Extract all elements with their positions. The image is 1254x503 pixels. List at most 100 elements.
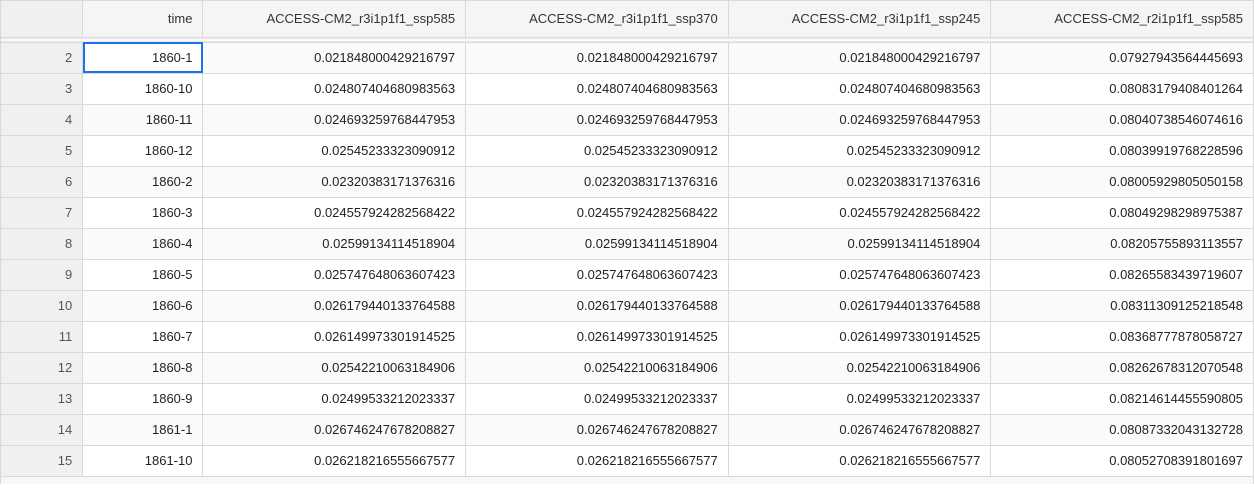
cell-c4[interactable]: 0.08040738546074616 <box>991 104 1254 135</box>
cell-time[interactable]: 1860-8 <box>83 352 203 383</box>
cell-c1[interactable]: 0.02499533212023337 <box>203 383 466 414</box>
cell-time[interactable]: 1860-9 <box>83 383 203 414</box>
cell-time[interactable]: 1860-3 <box>83 197 203 228</box>
cell-c3[interactable]: 0.026149973301914525 <box>728 321 991 352</box>
cell-c3[interactable]: 0.02320383171376316 <box>728 166 991 197</box>
column-header-c1[interactable]: ACCESS-CM2_r3i1p1f1_ssp585 <box>203 1 466 38</box>
table-row: 61860-20.023203831713763160.023203831713… <box>1 166 1254 197</box>
cell-c4[interactable]: 0.07927943564445693 <box>991 42 1254 73</box>
column-header-c2[interactable]: ACCESS-CM2_r3i1p1f1_ssp370 <box>466 1 729 38</box>
row-number-cell[interactable]: 10 <box>1 290 83 321</box>
row-number-cell[interactable]: 5 <box>1 135 83 166</box>
cell-c2[interactable]: 0.021848000429216797 <box>466 42 729 73</box>
row-number-cell[interactable]: 8 <box>1 228 83 259</box>
cell-c4[interactable]: 0.08087332043132728 <box>991 414 1254 445</box>
cell-c3[interactable]: 0.026746247678208827 <box>728 414 991 445</box>
row-number-cell[interactable]: 4 <box>1 104 83 135</box>
cell-c2[interactable]: 0.024557924282568422 <box>466 197 729 228</box>
cell-time[interactable]: 1860-7 <box>83 321 203 352</box>
cell-c3[interactable]: 0.024557924282568422 <box>728 197 991 228</box>
table-row: 111860-70.0261499733019145250.0261499733… <box>1 321 1254 352</box>
data-grid[interactable]: time ACCESS-CM2_r3i1p1f1_ssp585 ACCESS-C… <box>0 0 1254 484</box>
row-number-cell[interactable]: 13 <box>1 383 83 414</box>
column-header-rownum[interactable] <box>1 1 83 38</box>
cell-c2[interactable]: 0.025747648063607423 <box>466 259 729 290</box>
table-row: 151861-100.0262182165556675770.026218216… <box>1 445 1254 476</box>
cell-time[interactable]: 1860-12 <box>83 135 203 166</box>
cell-c1[interactable]: 0.026149973301914525 <box>203 321 466 352</box>
cell-c2[interactable]: 0.02545233323090912 <box>466 135 729 166</box>
row-number-cell[interactable]: 15 <box>1 445 83 476</box>
cell-time[interactable]: 1860-10 <box>83 73 203 104</box>
cell-c1[interactable]: 0.02320383171376316 <box>203 166 466 197</box>
cell-c1[interactable]: 0.02545233323090912 <box>203 135 466 166</box>
row-number-cell[interactable]: 6 <box>1 166 83 197</box>
table-header: time ACCESS-CM2_r3i1p1f1_ssp585 ACCESS-C… <box>1 1 1254 39</box>
column-header-c3[interactable]: ACCESS-CM2_r3i1p1f1_ssp245 <box>728 1 991 38</box>
table-row: 121860-80.025422100631849060.02542210063… <box>1 352 1254 383</box>
cell-time[interactable]: 1860-11 <box>83 104 203 135</box>
cell-c3[interactable]: 0.02599134114518904 <box>728 228 991 259</box>
cell-c1[interactable]: 0.021848000429216797 <box>203 42 466 73</box>
cell-c1[interactable]: 0.024693259768447953 <box>203 104 466 135</box>
cell-c4[interactable]: 0.08005929805050158 <box>991 166 1254 197</box>
cell-c3[interactable]: 0.02545233323090912 <box>728 135 991 166</box>
cell-c1[interactable]: 0.024807404680983563 <box>203 73 466 104</box>
cell-c2[interactable]: 0.026149973301914525 <box>466 321 729 352</box>
cell-time[interactable]: 1860-6 <box>83 290 203 321</box>
cell-time[interactable]: 1860-5 <box>83 259 203 290</box>
cell-time[interactable]: 1861-1 <box>83 414 203 445</box>
cell-c4[interactable]: 0.08039919768228596 <box>991 135 1254 166</box>
cell-time[interactable]: 1861-10 <box>83 445 203 476</box>
cell-c3[interactable]: 0.025747648063607423 <box>728 259 991 290</box>
row-number-cell[interactable]: 11 <box>1 321 83 352</box>
table-row: 41860-110.0246932597684479530.0246932597… <box>1 104 1254 135</box>
cell-c1[interactable]: 0.02542210063184906 <box>203 352 466 383</box>
cell-c2[interactable]: 0.026218216555667577 <box>466 445 729 476</box>
table-row: 21860-10.0218480004292167970.02184800042… <box>1 42 1254 73</box>
cell-c1[interactable]: 0.025747648063607423 <box>203 259 466 290</box>
cell-c2[interactable]: 0.026746247678208827 <box>466 414 729 445</box>
cell-c4[interactable]: 0.08083179408401264 <box>991 73 1254 104</box>
cell-c1[interactable]: 0.024557924282568422 <box>203 197 466 228</box>
cell-c4[interactable]: 0.08262678312070548 <box>991 352 1254 383</box>
cell-time[interactable]: 1860-1 <box>83 42 203 73</box>
cell-c2[interactable]: 0.02499533212023337 <box>466 383 729 414</box>
cell-time[interactable]: 1860-4 <box>83 228 203 259</box>
cell-c1[interactable]: 0.02599134114518904 <box>203 228 466 259</box>
cell-c3[interactable]: 0.026218216555667577 <box>728 445 991 476</box>
cell-c2[interactable]: 0.02542210063184906 <box>466 352 729 383</box>
cell-c4[interactable]: 0.08049298298975387 <box>991 197 1254 228</box>
row-number-cell[interactable]: 14 <box>1 414 83 445</box>
cell-c3[interactable]: 0.02499533212023337 <box>728 383 991 414</box>
cell-c4[interactable]: 0.08052708391801697 <box>991 445 1254 476</box>
cell-c1[interactable]: 0.026746247678208827 <box>203 414 466 445</box>
row-number-cell[interactable]: 9 <box>1 259 83 290</box>
column-header-time[interactable]: time <box>83 1 203 38</box>
cell-c4[interactable]: 0.08311309125218548 <box>991 290 1254 321</box>
cell-c2[interactable]: 0.02599134114518904 <box>466 228 729 259</box>
cell-c3[interactable]: 0.021848000429216797 <box>728 42 991 73</box>
cell-c2[interactable]: 0.024693259768447953 <box>466 104 729 135</box>
row-number-cell[interactable]: 2 <box>1 42 83 73</box>
row-number-cell[interactable]: 7 <box>1 197 83 228</box>
cell-c2[interactable]: 0.02320383171376316 <box>466 166 729 197</box>
cell-c1[interactable]: 0.026179440133764588 <box>203 290 466 321</box>
row-number-cell[interactable]: 3 <box>1 73 83 104</box>
row-number-cell[interactable]: 12 <box>1 352 83 383</box>
cell-c2[interactable]: 0.024807404680983563 <box>466 73 729 104</box>
cell-c3[interactable]: 0.02542210063184906 <box>728 352 991 383</box>
table-row: 81860-40.025991341145189040.025991341145… <box>1 228 1254 259</box>
cell-time[interactable]: 1860-2 <box>83 166 203 197</box>
cell-c3[interactable]: 0.024807404680983563 <box>728 73 991 104</box>
column-header-c4[interactable]: ACCESS-CM2_r2i1p1f1_ssp585 <box>991 1 1254 38</box>
cell-c1[interactable]: 0.026218216555667577 <box>203 445 466 476</box>
cell-c3[interactable]: 0.026179440133764588 <box>728 290 991 321</box>
cell-c4[interactable]: 0.08205755893113557 <box>991 228 1254 259</box>
table-row: 71860-30.0245579242825684220.02455792428… <box>1 197 1254 228</box>
cell-c4[interactable]: 0.08368777878058727 <box>991 321 1254 352</box>
cell-c4[interactable]: 0.08214614455590805 <box>991 383 1254 414</box>
cell-c2[interactable]: 0.026179440133764588 <box>466 290 729 321</box>
cell-c3[interactable]: 0.024693259768447953 <box>728 104 991 135</box>
cell-c4[interactable]: 0.08265583439719607 <box>991 259 1254 290</box>
